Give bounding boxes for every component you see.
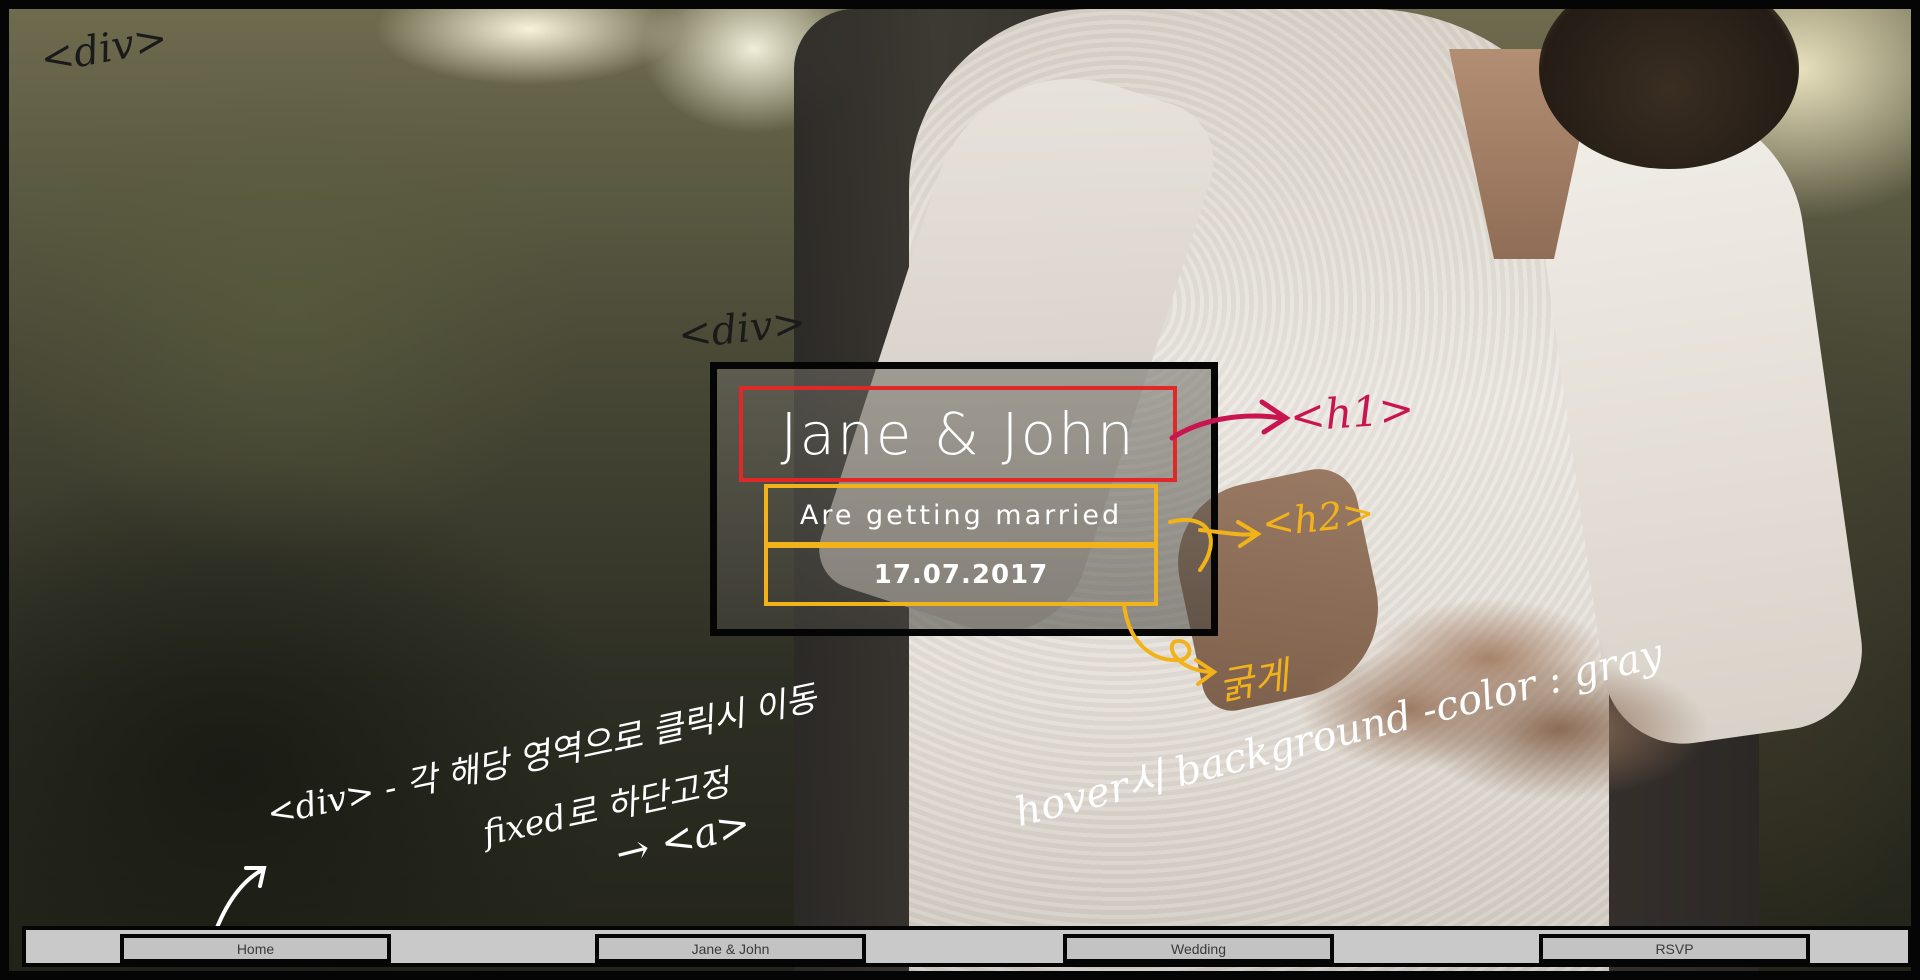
hero-title: Jane & John (780, 400, 1136, 468)
nav-link-jane-john[interactable]: Jane & John (595, 934, 866, 963)
hero-subtitle: Are getting married (799, 499, 1123, 531)
hero-subtitle-h2-box: Are getting married (764, 484, 1158, 546)
hero-date-h2-box: 17.07.2017 (764, 544, 1158, 606)
hero-title-h1-box: Jane & John (739, 386, 1177, 482)
annotation-h1: <h1> (1288, 383, 1416, 442)
nav-link-rsvp[interactable]: RSVP (1539, 934, 1810, 963)
hero-date: 17.07.2017 (873, 560, 1049, 590)
nav-link-wedding[interactable]: Wedding (1063, 934, 1334, 963)
nav-link-home[interactable]: Home (120, 934, 391, 963)
